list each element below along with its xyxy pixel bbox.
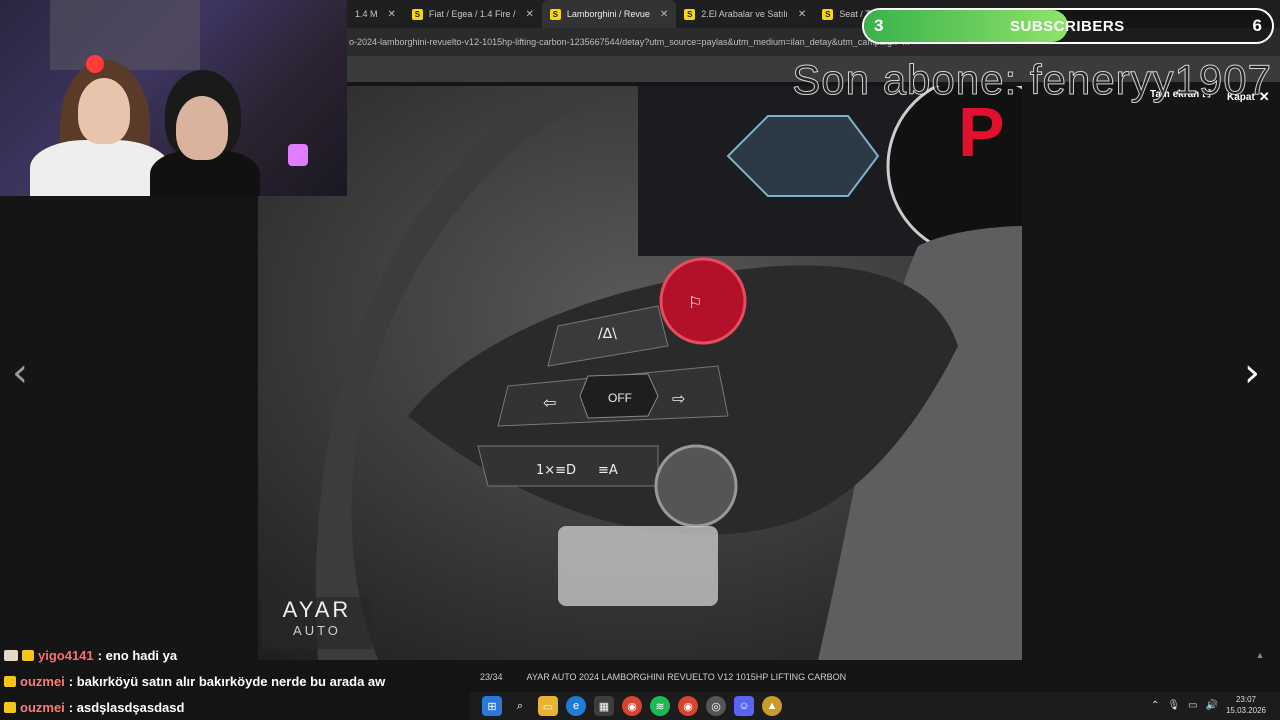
sahibinden-favicon-icon: S — [822, 8, 834, 20]
close-tab-icon[interactable]: ✕ — [388, 9, 396, 20]
windows-taskbar: ⊞ ⌕ ▭ e ▦ ◉ ≋ ◉ ◎ ☺ ▲ ⌃ 🎙 ▭ 🔊 23:07 15.0… — [470, 692, 1280, 720]
gallery-photo: P /∆\ ⇦ ⇨ OFF 1×≡D ≡A ⚐ — [258, 86, 1022, 660]
previous-photo-arrow-icon[interactable]: ‹ — [12, 350, 28, 396]
sahibinden-favicon-icon: S — [549, 8, 561, 20]
tab-3-active[interactable]: S Lamborghini / Revue ✕ — [541, 0, 677, 28]
chrome-profile-icon[interactable]: ◉ — [678, 696, 698, 716]
svg-text:1×≡D: 1×≡D — [536, 463, 576, 478]
crown-badge-icon — [4, 675, 16, 687]
search-icon[interactable]: ⌕ — [510, 696, 530, 716]
watermark-bottom: AUTO — [293, 623, 341, 638]
obs-icon[interactable]: ◎ — [706, 696, 726, 716]
close-tab-icon[interactable]: ✕ — [525, 9, 533, 20]
chat-username: ouzmei — [20, 699, 65, 715]
edge-browser-icon[interactable]: e — [566, 696, 586, 716]
microphone-icon[interactable]: 🎙 — [1167, 700, 1180, 711]
svg-text:⇨: ⇨ — [672, 389, 685, 408]
subscriber-label: SUBSCRIBERS — [1010, 18, 1125, 35]
svg-text:/∆\: /∆\ — [598, 326, 617, 342]
off-button-label: OFF — [608, 391, 632, 405]
svg-text:⚐: ⚐ — [688, 293, 702, 312]
subscriber-goal-bar: 3 SUBSCRIBERS 6 — [862, 8, 1274, 44]
tab-4[interactable]: S 2.El Arabalar ve Satılı ✕ — [676, 0, 814, 28]
tab-1[interactable]: 1.4 M ✕ — [347, 0, 404, 28]
tab-3-label: Lamborghini / Revue — [566, 9, 650, 19]
system-clock[interactable]: 23:07 15.03.2026 — [1226, 694, 1266, 716]
network-icon[interactable]: ▭ — [1188, 700, 1197, 711]
chat-username: yigo4141 — [38, 647, 94, 663]
wall-tapestry — [50, 0, 200, 70]
svg-text:⇦: ⇦ — [543, 393, 556, 412]
subscriber-goal: 6 — [1252, 16, 1262, 35]
sahibinden-favicon-icon: S — [684, 8, 696, 20]
discord-icon[interactable]: ☺ — [734, 696, 754, 716]
photo-counter: 23/34 — [480, 672, 503, 682]
chat-message: : asdşlasdşasdasd — [68, 699, 185, 715]
sahibinden-favicon-icon: S — [411, 8, 423, 20]
close-tab-icon[interactable]: ✕ — [660, 9, 668, 20]
tab-2[interactable]: S Fiat / Egea / 1.4 Fire / ✕ — [404, 0, 542, 28]
tab-1-label: 1.4 M — [355, 9, 378, 19]
clock-time: 23:07 — [1235, 695, 1256, 704]
tray-chevron-icon[interactable]: ⌃ — [1151, 700, 1159, 711]
clock-date: 15.03.2026 — [1225, 706, 1266, 715]
tab-2-label: Fiat / Egea / 1.4 Fire / — [428, 9, 516, 19]
chrome-icon[interactable]: ◉ — [622, 696, 642, 716]
watermark-top: AYAR — [282, 597, 352, 622]
app-icon[interactable]: ▲ — [762, 696, 782, 716]
last-subscriber-overlay: Son abone: feneryy1907 — [792, 56, 1272, 104]
chat-line: ouzmei : asdşlasdşasdasd — [0, 694, 470, 720]
chat-line: ouzmei : bakırköyü satın alır bakırköyde… — [0, 668, 470, 694]
close-tab-icon[interactable]: ✕ — [798, 9, 806, 20]
svg-text:P: P — [958, 93, 1005, 171]
crown-badge-icon — [4, 701, 16, 713]
pink-lamp — [288, 144, 308, 166]
chat-message: : bakırköyü satın alır bakırköyde nerde … — [68, 673, 386, 689]
scroll-top-icon[interactable]: ▲ — [1250, 650, 1270, 666]
gallery-caption: 23/34 AYAR AUTO 2024 LAMBORGHINI REVUELT… — [480, 672, 846, 682]
chat-username: ouzmei — [20, 673, 65, 689]
tab-4-label: 2.El Arabalar ve Satılı — [701, 9, 788, 19]
next-photo-arrow-icon[interactable]: › — [1244, 350, 1260, 396]
spotify-icon[interactable]: ≋ — [650, 696, 670, 716]
store-icon[interactable]: ▦ — [594, 696, 614, 716]
subscriber-current: 3 — [874, 16, 884, 35]
webcam-overlay — [0, 0, 347, 196]
emote-badge-icon — [4, 649, 18, 661]
photo-caption: AYAR AUTO 2024 LAMBORGHINI REVUELTO V12 … — [526, 672, 847, 682]
chat-line: yigo4141 : eno hadi ya — [0, 642, 470, 668]
streamer-left-body — [30, 140, 170, 196]
streamer-left-face — [78, 78, 130, 144]
stream-chat: yigo4141 : eno hadi ya ouzmei : bakırköy… — [0, 642, 470, 720]
file-explorer-icon[interactable]: ▭ — [538, 696, 558, 716]
red-light — [86, 55, 104, 73]
windows-start-icon[interactable]: ⊞ — [482, 696, 502, 716]
streamer-right-face — [176, 96, 228, 160]
chat-message: : eno hadi ya — [97, 647, 178, 663]
volume-icon[interactable]: 🔊 — [1206, 700, 1218, 711]
steering-wheel-image: P /∆\ ⇦ ⇨ OFF 1×≡D ≡A ⚐ — [258, 86, 1022, 660]
svg-text:≡A: ≡A — [598, 463, 618, 478]
crown-badge-icon — [22, 649, 34, 661]
